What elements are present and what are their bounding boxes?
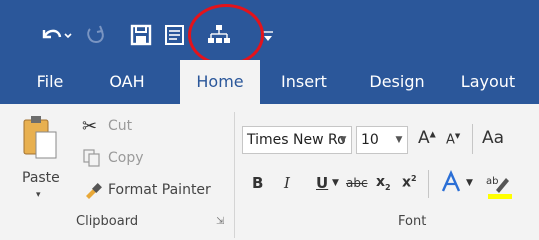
group-separator: [234, 112, 235, 238]
change-case-button[interactable]: Aa: [482, 128, 504, 148]
highlight-circle: [188, 4, 264, 66]
redo-button[interactable]: [84, 20, 108, 50]
separator: [472, 124, 473, 154]
superscript-label: x: [402, 174, 412, 191]
copy-label: Copy: [108, 150, 144, 166]
paintbrush-icon: [86, 183, 102, 199]
undo-icon: [42, 29, 72, 39]
clipboard-icon: [23, 116, 57, 159]
print-preview-button[interactable]: [160, 20, 190, 50]
undo-button[interactable]: [36, 20, 74, 50]
underline-button[interactable]: U: [316, 174, 328, 192]
paste-dropdown-icon[interactable]: ▾: [36, 190, 41, 200]
scissors-icon: ✂: [82, 116, 98, 137]
font-size-box[interactable]: 10 ▼: [356, 126, 408, 154]
tab-oah[interactable]: OAH: [96, 60, 158, 104]
save-button[interactable]: [126, 20, 156, 50]
shrink-font-button[interactable]: A▼: [446, 132, 460, 147]
subscript-label: x: [376, 174, 386, 190]
subscript-button[interactable]: x2: [376, 174, 391, 192]
svg-text:ab: ab: [486, 176, 498, 187]
quick-access-toolbar: [0, 0, 539, 66]
change-case-label: Aa: [482, 128, 505, 148]
separator: [428, 170, 429, 198]
font-name-value: Times New Ro: [247, 132, 346, 148]
font-name-dropdown-icon[interactable]: ▼: [335, 127, 351, 153]
superscript-button[interactable]: x2: [402, 174, 417, 191]
redo-icon: [87, 25, 104, 44]
font-size-dropdown-icon[interactable]: ▼: [391, 127, 407, 153]
font-size-value: 10: [361, 132, 379, 148]
clipboard-launcher-icon[interactable]: ⇲: [216, 216, 224, 227]
bold-button[interactable]: B: [252, 174, 263, 192]
underline-dropdown-icon[interactable]: ▼: [332, 178, 339, 188]
save-icon: [130, 24, 152, 46]
document-icon: [165, 25, 184, 45]
format-painter-label: Format Painter: [108, 182, 211, 198]
text-effects-icon: [441, 170, 461, 192]
cut-label: Cut: [108, 118, 133, 134]
shrink-font-label: A: [446, 132, 455, 148]
font-group-label: Font: [398, 214, 427, 229]
tab-home[interactable]: Home: [180, 60, 260, 104]
home-ribbon: Paste ▾ ✂ Cut Copy Format Painter Clipbo…: [0, 104, 539, 240]
ribbon-tabs: File OAH Home Insert Design Layout: [0, 60, 539, 104]
highlight-color-button[interactable]: ab: [484, 170, 514, 200]
grow-font-label: A: [418, 128, 430, 148]
tab-file[interactable]: File: [24, 60, 76, 104]
italic-button[interactable]: I: [284, 174, 290, 192]
clipboard-group-label: Clipboard: [76, 214, 139, 229]
tab-layout[interactable]: Layout: [452, 60, 524, 104]
text-effects-button[interactable]: [440, 170, 462, 199]
copy-icon: [83, 149, 100, 167]
paste-label: Paste: [22, 170, 60, 186]
text-effects-dropdown-icon[interactable]: ▼: [466, 178, 473, 188]
font-name-box[interactable]: Times New Ro ▼: [242, 126, 352, 154]
highlighter-icon: ab: [486, 176, 512, 199]
grow-font-button[interactable]: A▲: [418, 128, 436, 148]
strikethrough-button[interactable]: abc: [346, 176, 368, 190]
paste-button[interactable]: Paste ▾: [10, 112, 64, 212]
tab-design[interactable]: Design: [358, 60, 436, 104]
tab-insert[interactable]: Insert: [272, 60, 336, 104]
